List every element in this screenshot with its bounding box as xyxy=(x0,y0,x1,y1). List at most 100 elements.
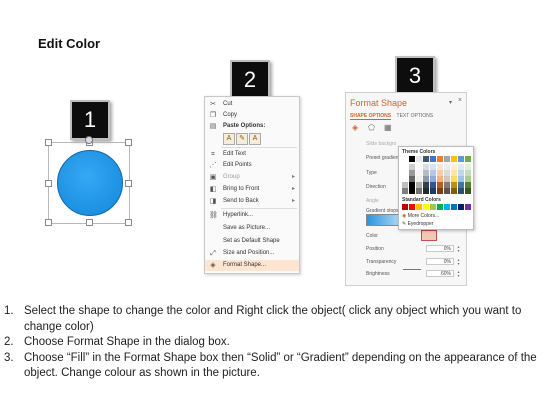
theme-color-swatch[interactable] xyxy=(437,188,443,194)
menu-item-copy[interactable]: ❐ Copy xyxy=(205,110,299,121)
page-title: Edit Color xyxy=(38,36,101,51)
tab-shape-options[interactable]: SHAPE OPTIONS xyxy=(350,113,392,120)
cut-icon: ✂ xyxy=(210,101,216,108)
menu-item-hyperlink[interactable]: ⛓ Hyperlink... xyxy=(205,210,299,221)
instruction-step-2: 2. Choose Format Shape in the dialog box. xyxy=(4,336,230,348)
color-label: Color xyxy=(366,233,378,239)
blue-circle-shape[interactable] xyxy=(57,150,123,216)
hyperlink-icon: ⛓ xyxy=(209,212,218,219)
close-icon[interactable]: × xyxy=(458,97,462,104)
transparency-spinner[interactable]: ▴ ▾ xyxy=(456,258,461,266)
menu-item-size-position[interactable]: ⤢ Size and Position... xyxy=(205,248,299,259)
theme-color-swatch[interactable] xyxy=(409,156,415,162)
theme-color-swatch[interactable] xyxy=(423,188,429,194)
theme-color-swatch[interactable] xyxy=(402,156,408,162)
standard-color-swatch[interactable] xyxy=(458,204,464,210)
menu-item-cut[interactable]: ✂ Cut xyxy=(205,99,299,110)
instruction-step-1: 1. Select the shape to change the color a… xyxy=(4,305,522,333)
standard-color-swatch[interactable] xyxy=(409,204,415,210)
position-input[interactable]: 0% xyxy=(426,245,454,252)
size-properties-icon[interactable]: ▦ xyxy=(384,123,392,132)
resize-handle[interactable] xyxy=(125,180,132,187)
resize-handle[interactable] xyxy=(86,219,93,226)
theme-color-swatch[interactable] xyxy=(451,156,457,162)
theme-color-swatch[interactable] xyxy=(465,156,471,162)
color-popup: Theme Colors Standard Colors ◉ More Colo… xyxy=(398,146,474,230)
eyedropper-item[interactable]: ✎ Eyedropper xyxy=(402,221,433,227)
standard-color-swatch[interactable] xyxy=(416,204,422,210)
group-icon: ▣ xyxy=(209,174,217,181)
resize-handle[interactable] xyxy=(45,219,52,226)
direction-label: Direction xyxy=(366,184,386,190)
theme-color-swatch[interactable] xyxy=(409,188,415,194)
palette-icon: ◉ xyxy=(402,213,407,219)
angle-label: Angle xyxy=(366,198,379,204)
standard-color-swatch[interactable] xyxy=(437,204,443,210)
theme-color-swatch[interactable] xyxy=(465,188,471,194)
theme-color-swatch[interactable] xyxy=(444,156,450,162)
theme-color-swatch[interactable] xyxy=(458,156,464,162)
theme-color-swatch[interactable] xyxy=(451,188,457,194)
fill-line-icon[interactable]: ◈ xyxy=(352,123,358,132)
send-back-icon: ◨ xyxy=(209,198,217,205)
standard-color-swatch[interactable] xyxy=(423,204,429,210)
theme-color-swatch[interactable] xyxy=(416,188,422,194)
resize-handle[interactable] xyxy=(125,139,132,146)
theme-color-swatch[interactable] xyxy=(458,188,464,194)
theme-colors-header: Theme Colors xyxy=(402,149,436,155)
theme-color-swatch[interactable] xyxy=(402,188,408,194)
theme-color-swatch[interactable] xyxy=(444,188,450,194)
menu-item-edit-points[interactable]: ⋰ Edit Points xyxy=(205,160,299,171)
slide-background-option[interactable]: Slide backgro xyxy=(366,141,396,147)
paste-option-2[interactable]: ✎ xyxy=(236,133,248,145)
step-badge-3: 3 xyxy=(395,56,435,96)
position-spinner[interactable]: ▴ ▾ xyxy=(456,245,461,253)
more-colors-item[interactable]: ◉ More Colors... xyxy=(402,213,439,219)
theme-color-swatch[interactable] xyxy=(430,156,436,162)
standard-colors-header: Standard Colors xyxy=(402,197,441,203)
step-badge-2: 2 xyxy=(230,60,270,100)
pane-title: Format Shape xyxy=(350,98,408,108)
size-icon: ⤢ xyxy=(210,250,216,257)
theme-color-swatch[interactable] xyxy=(430,188,436,194)
standard-color-swatch[interactable] xyxy=(465,204,471,210)
standard-color-swatch[interactable] xyxy=(430,204,436,210)
resize-handle[interactable] xyxy=(45,139,52,146)
menu-item-set-default-shape[interactable]: Set as Default Shape xyxy=(205,236,299,247)
standard-color-swatch[interactable] xyxy=(451,204,457,210)
format-shape-icon: ◈ xyxy=(210,262,216,269)
effects-icon[interactable]: ⬠ xyxy=(368,123,375,132)
chevron-right-icon: ▸ xyxy=(291,198,295,204)
menu-item-group[interactable]: ▣ Group ▸ xyxy=(205,172,299,183)
menu-item-edit-text[interactable]: ⌗ Edit Text xyxy=(205,149,299,160)
theme-color-swatch[interactable] xyxy=(423,156,429,162)
transparency-label: Transparency xyxy=(366,259,397,265)
resize-handle[interactable] xyxy=(125,219,132,226)
brightness-spinner[interactable]: ▴ ▾ xyxy=(456,270,461,278)
brightness-label: Brightness xyxy=(366,271,390,277)
paste-icon: ▤ xyxy=(209,123,217,130)
position-label: Position xyxy=(366,246,384,252)
paste-option-3[interactable]: A xyxy=(249,133,261,145)
color-picker-button[interactable] xyxy=(421,230,437,241)
instruction-list: 1. Select the shape to change the color a… xyxy=(4,304,556,382)
tab-text-options[interactable]: TEXT OPTIONS xyxy=(397,113,434,119)
standard-color-swatch[interactable] xyxy=(444,204,450,210)
menu-item-bring-to-front[interactable]: ◧ Bring to Front ▸ xyxy=(205,184,299,195)
paste-option-1[interactable]: A xyxy=(223,133,235,145)
menu-item-send-to-back[interactable]: ◨ Send to Back ▸ xyxy=(205,196,299,207)
brightness-slider[interactable] xyxy=(403,269,421,270)
standard-color-swatch[interactable] xyxy=(402,204,408,210)
theme-color-swatch[interactable] xyxy=(416,156,422,162)
resize-handle[interactable] xyxy=(45,180,52,187)
instruction-step-3: 3. Choose “Fill” in the Format Shape box … xyxy=(4,351,537,380)
menu-item-save-as-picture[interactable]: Save as Picture... xyxy=(205,223,299,234)
transparency-input[interactable]: 0% xyxy=(426,258,454,265)
chevron-down-icon[interactable]: ▾ xyxy=(449,99,452,106)
rotate-handle[interactable] xyxy=(85,136,93,144)
brightness-input[interactable]: 60% xyxy=(426,270,454,277)
theme-color-swatch[interactable] xyxy=(437,156,443,162)
menu-item-format-shape[interactable]: ◈ Format Shape... xyxy=(205,260,299,271)
chevron-right-icon: ▸ xyxy=(291,174,295,180)
gradient-stops-bar[interactable] xyxy=(366,214,400,226)
